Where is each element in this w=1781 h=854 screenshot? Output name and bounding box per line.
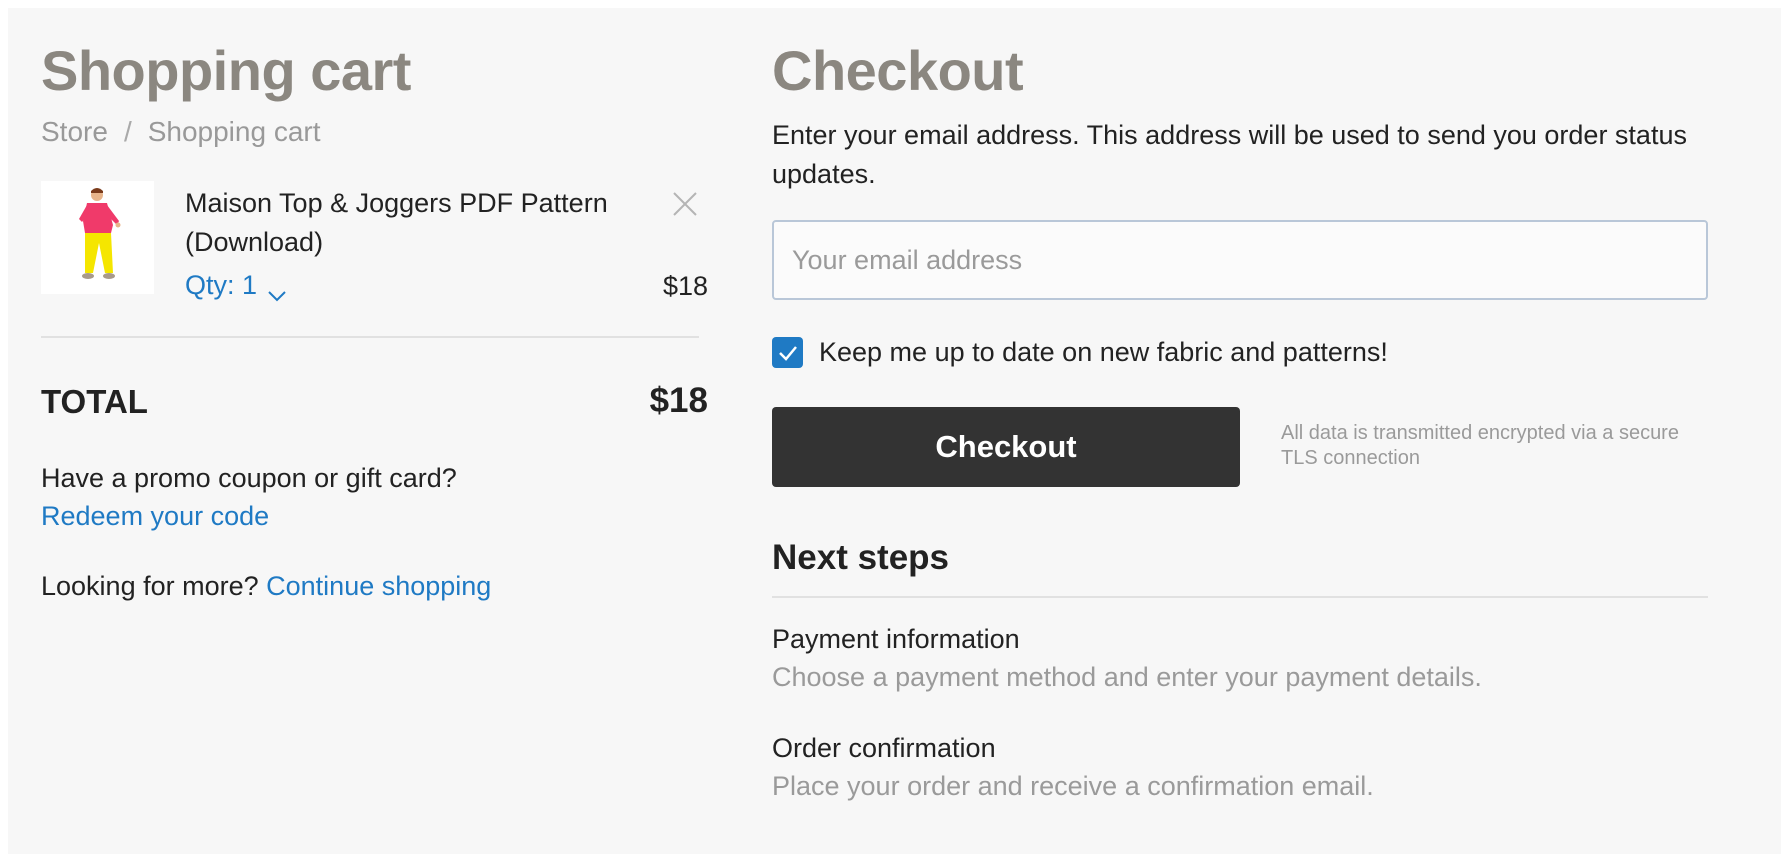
product-thumbnail[interactable] xyxy=(41,181,154,294)
quantity-select[interactable]: Qty: 1 xyxy=(185,270,287,301)
newsletter-checkbox[interactable] xyxy=(772,337,803,368)
breadcrumb-separator: / xyxy=(123,116,132,147)
breadcrumb: Store / Shopping cart xyxy=(41,116,321,148)
checkout-button[interactable]: Checkout xyxy=(772,407,1240,487)
promo-question: Have a promo coupon or gift card? xyxy=(41,463,457,493)
email-input[interactable] xyxy=(772,220,1708,300)
chevron-down-icon xyxy=(267,279,287,301)
breadcrumb-item-current: Shopping cart xyxy=(147,116,321,147)
product-illustration xyxy=(79,188,121,279)
quantity-label: Qty: 1 xyxy=(185,270,258,300)
cart-divider xyxy=(41,336,699,338)
close-icon[interactable] xyxy=(670,189,700,219)
newsletter-opt-in[interactable]: Keep me up to date on new fabric and pat… xyxy=(772,337,1388,368)
newsletter-label: Keep me up to date on new fabric and pat… xyxy=(819,337,1388,367)
checkout-description: Enter your email address. This address w… xyxy=(772,120,1687,189)
continue-shopping-row: Looking for more? Continue shopping xyxy=(41,571,491,602)
checkout-title: Checkout xyxy=(772,39,1024,102)
next-steps-divider xyxy=(772,596,1708,598)
step-payment-description: Choose a payment method and enter your p… xyxy=(772,662,1482,692)
step-payment-title: Payment information xyxy=(772,624,1020,654)
looking-for-more-text: Looking for more? xyxy=(41,571,259,601)
total-label: TOTAL xyxy=(41,383,148,420)
redeem-code-link[interactable]: Redeem your code xyxy=(41,501,269,532)
breadcrumb-item-store[interactable]: Store xyxy=(41,116,108,147)
total-value: $18 xyxy=(649,381,708,420)
step-confirmation-description: Place your order and receive a confirmat… xyxy=(772,771,1374,801)
secure-connection-note: All data is transmitted encrypted via a … xyxy=(1281,422,1679,469)
product-price: $18 xyxy=(662,271,708,301)
checkmark-icon xyxy=(778,345,797,361)
checkout-page: Shopping cart Store / Shopping cart Maison… xyxy=(8,8,1781,854)
next-steps-title: Next steps xyxy=(772,538,950,577)
cart-title: Shopping cart xyxy=(41,39,411,102)
step-confirmation-title: Order confirmation xyxy=(772,733,996,763)
product-name[interactable]: Maison Top & Joggers PDF Pattern (Downlo… xyxy=(185,184,655,262)
continue-shopping-link[interactable]: Continue shopping xyxy=(266,571,491,601)
